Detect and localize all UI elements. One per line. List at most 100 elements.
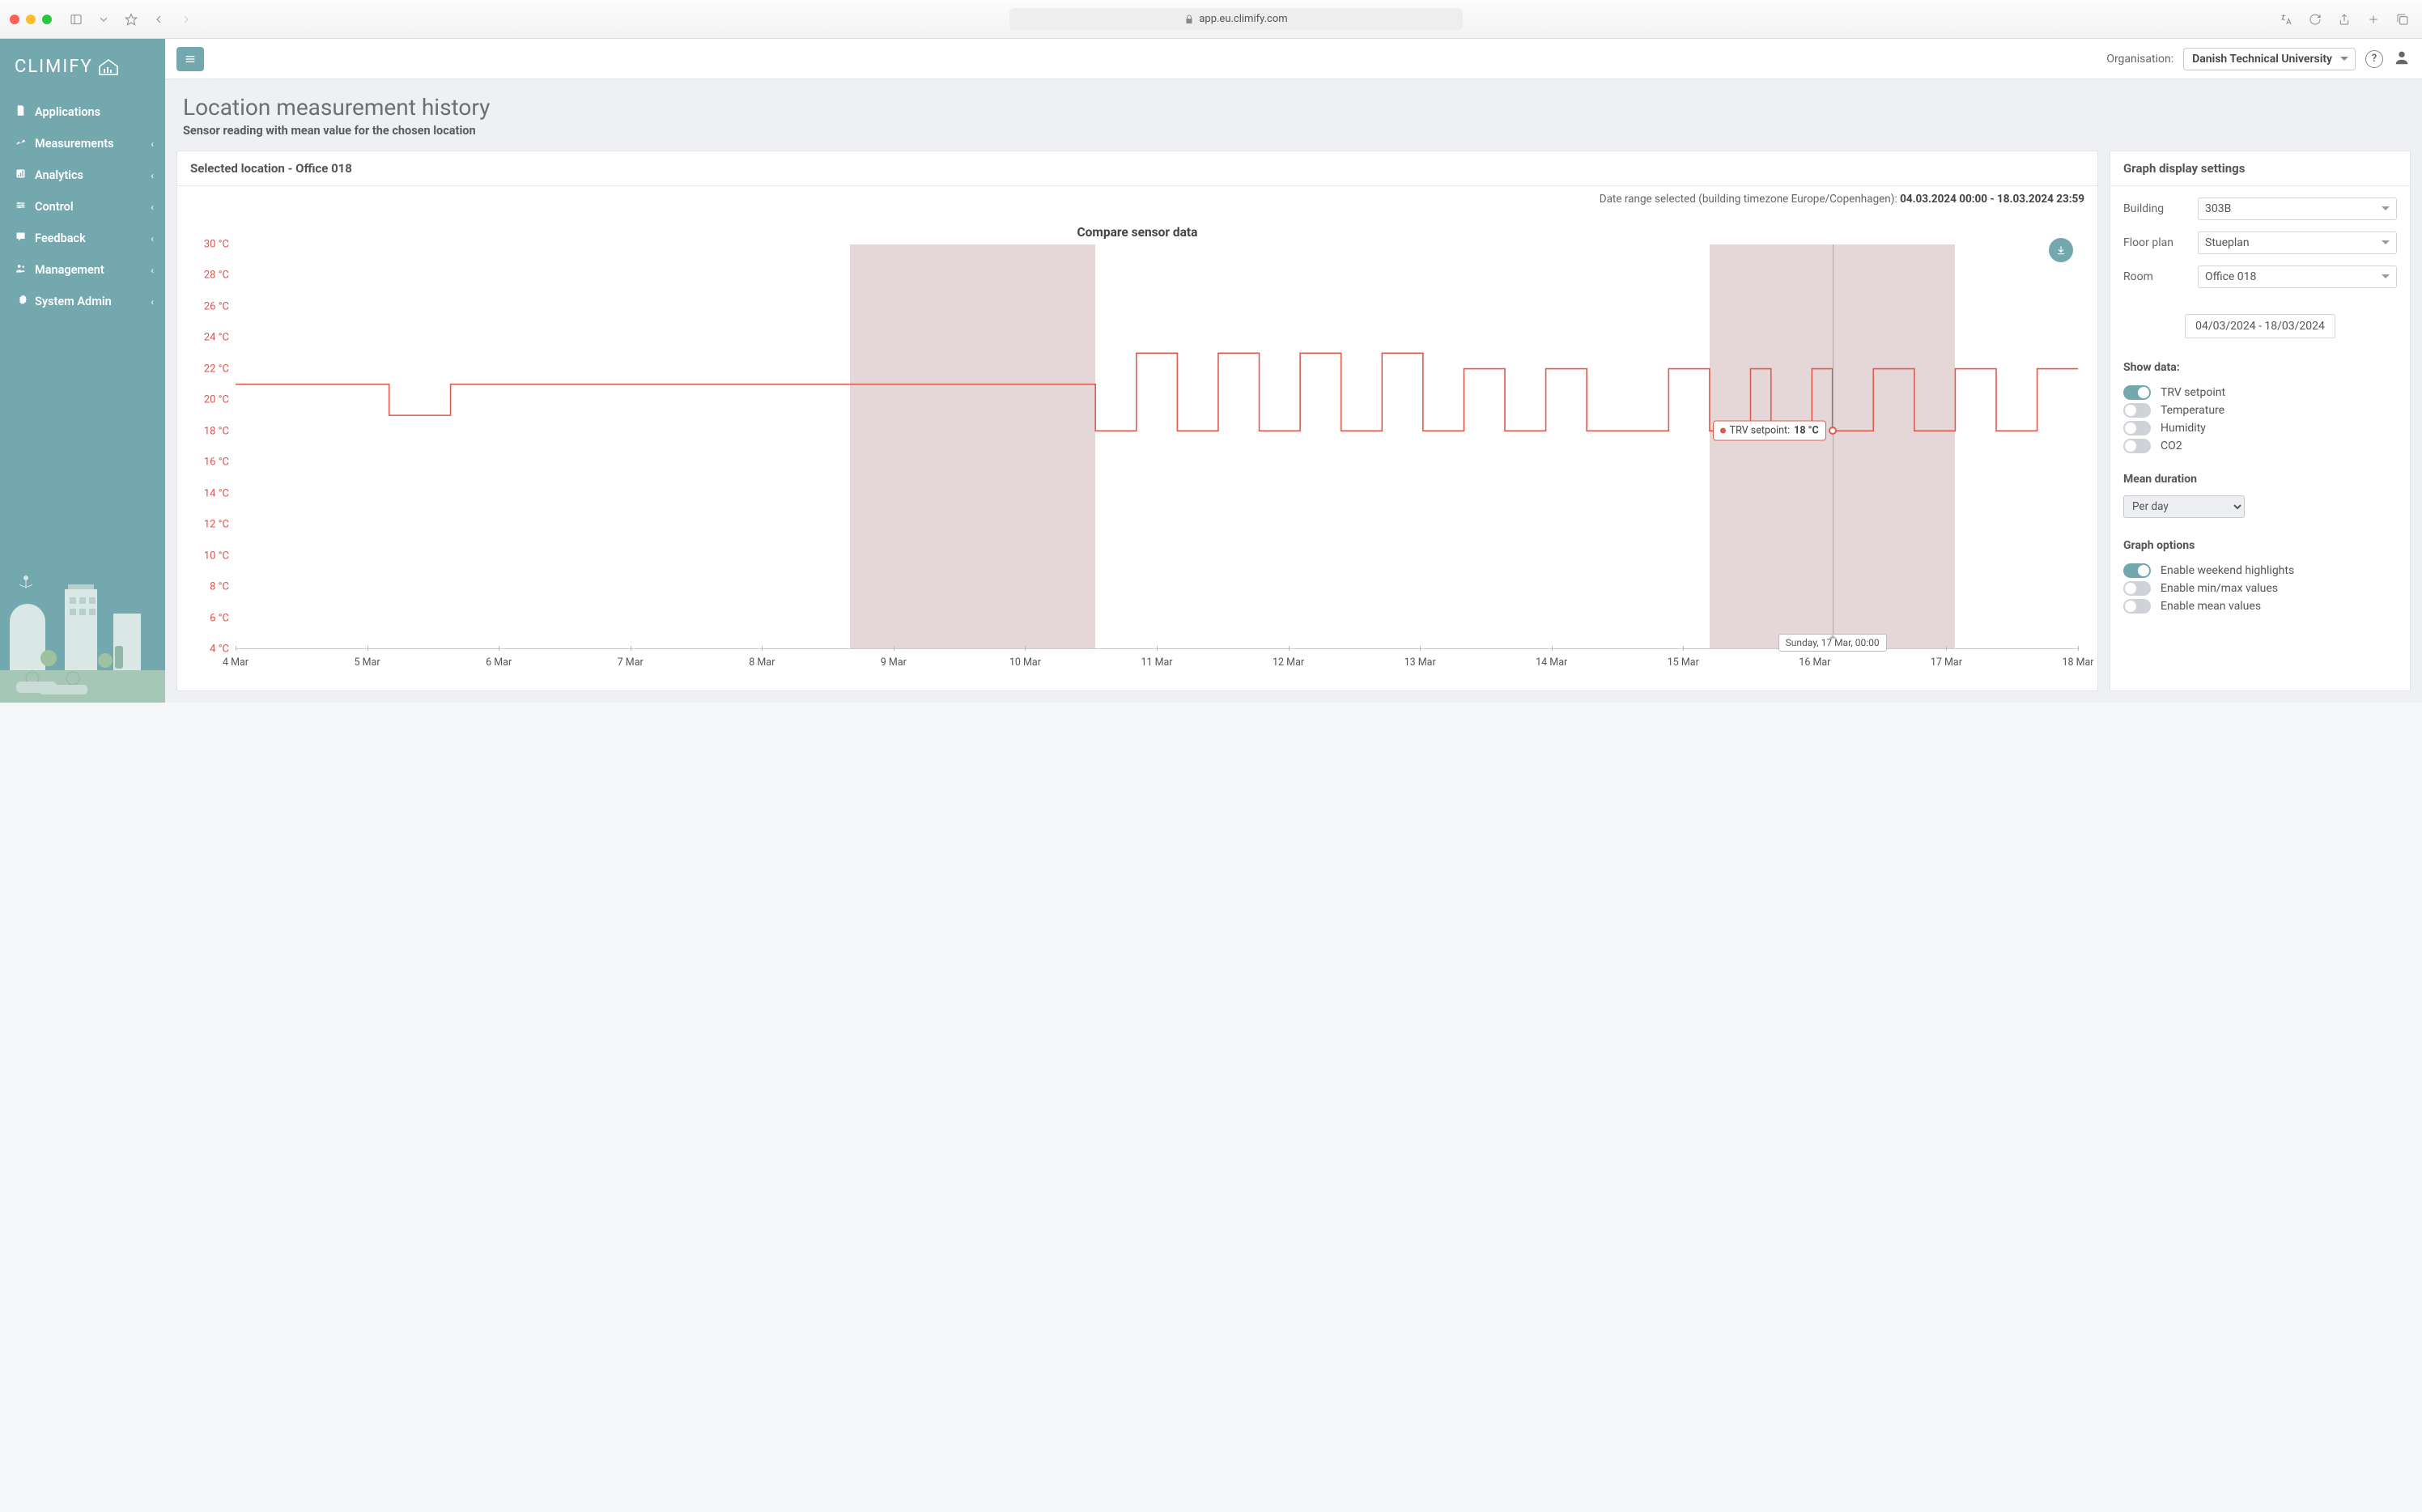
nav-icon — [15, 262, 27, 278]
forward-icon[interactable] — [176, 10, 196, 29]
sidebar: CLIMIFY ApplicationsMeasurements‹Analyti… — [0, 39, 165, 703]
chevron-down-icon[interactable] — [94, 10, 113, 29]
nav-icon — [15, 294, 27, 309]
mean-duration-select[interactable]: Per day — [2123, 495, 2245, 518]
org-label: Organisation: — [2106, 53, 2173, 66]
user-menu-icon[interactable] — [2393, 49, 2411, 70]
show-data-row: Humidity — [2123, 419, 2397, 437]
sidebar-item-analytics[interactable]: Analytics‹ — [0, 159, 165, 191]
sidebar-item-feedback[interactable]: Feedback‹ — [0, 223, 165, 254]
show-data-toggle-1[interactable] — [2123, 403, 2151, 418]
room-select-value: Office 018 — [2205, 270, 2256, 283]
y-tick: 18 °C — [204, 425, 229, 437]
window-controls — [10, 15, 52, 24]
y-tick: 20 °C — [204, 394, 229, 406]
chart-area[interactable]: 4 °C6 °C8 °C10 °C12 °C14 °C16 °C18 °C20 … — [192, 244, 2083, 673]
graph-option-toggle-0[interactable] — [2123, 563, 2151, 578]
share-icon[interactable] — [2335, 10, 2354, 29]
building-select-value: 303B — [2205, 202, 2231, 215]
sidebar-item-system-admin[interactable]: System Admin‹ — [0, 286, 165, 317]
help-icon[interactable]: ? — [2365, 50, 2383, 68]
main: Organisation: Danish Technical Universit… — [165, 39, 2422, 703]
date-range-picker[interactable]: 04/03/2024 - 18/03/2024 — [2185, 314, 2335, 338]
show-data-label: Humidity — [2161, 422, 2206, 435]
x-tick: 10 Mar — [1009, 656, 1041, 669]
topbar: Organisation: Danish Technical Universit… — [165, 39, 2422, 79]
room-label: Room — [2123, 270, 2191, 283]
y-tick: 8 °C — [210, 581, 229, 593]
sidebar-item-applications[interactable]: Applications — [0, 96, 165, 128]
settings-panel-header: Graph display settings — [2110, 151, 2410, 186]
show-data-row: Temperature — [2123, 401, 2397, 419]
sidebar-item-label: Management — [35, 263, 104, 277]
sidebar-item-management[interactable]: Management‹ — [0, 254, 165, 286]
sidebar-item-label: Analytics — [35, 168, 83, 182]
x-axis: 4 Mar5 Mar6 Mar7 Mar8 Mar9 Mar10 Mar11 M… — [236, 651, 2078, 673]
floor-label: Floor plan — [2123, 236, 2191, 249]
graph-option-toggle-2[interactable] — [2123, 599, 2151, 614]
chart-title: Compare sensor data — [192, 225, 2083, 240]
sidebar-item-label: Applications — [35, 105, 100, 119]
graph-option-row: Enable min/max values — [2123, 580, 2397, 597]
minimize-window-icon[interactable] — [26, 15, 36, 24]
building-label: Building — [2123, 202, 2191, 215]
x-tick: 11 Mar — [1141, 656, 1172, 669]
reload-icon[interactable] — [2305, 10, 2325, 29]
sidebar-item-label: Measurements — [35, 137, 114, 151]
chevron-left-icon: ‹ — [151, 138, 154, 150]
show-data-toggle-2[interactable] — [2123, 421, 2151, 435]
close-window-icon[interactable] — [10, 15, 19, 24]
page-title: Location measurement history — [183, 94, 2404, 121]
x-tick: 15 Mar — [1668, 656, 1699, 669]
chart-tooltip: TRV setpoint: 18 °C — [1713, 421, 1826, 441]
show-data-toggle-0[interactable] — [2123, 385, 2151, 400]
tooltip-color-icon — [1720, 428, 1726, 434]
back-icon[interactable] — [149, 10, 168, 29]
x-tick: 14 Mar — [1536, 656, 1567, 669]
date-range-value: 04.03.2024 00:00 - 18.03.2024 23:59 — [1900, 193, 2084, 206]
building-select[interactable]: 303B — [2198, 197, 2397, 220]
page-header: Location measurement history Sensor read… — [165, 79, 2422, 151]
chart-panel-header: Selected location - Office 018 — [177, 151, 2097, 186]
menu-icon — [184, 53, 197, 66]
tooltip-point — [1829, 427, 1837, 435]
nav: ApplicationsMeasurements‹Analytics‹Contr… — [0, 96, 165, 317]
translate-icon[interactable] — [2276, 10, 2296, 29]
org-select[interactable]: Danish Technical University — [2183, 48, 2356, 70]
settings-panel: Graph display settings Building 303B Flo… — [2110, 151, 2411, 691]
y-axis: 4 °C6 °C8 °C10 °C12 °C14 °C16 °C18 °C20 … — [192, 244, 232, 649]
nav-icon — [15, 104, 27, 120]
star-icon[interactable] — [121, 10, 141, 29]
y-tick: 22 °C — [204, 363, 229, 375]
floor-select[interactable]: Stueplan — [2198, 231, 2397, 254]
date-range-prefix: Date range selected (building timezone E… — [1600, 193, 1900, 206]
graph-option-label: Enable weekend highlights — [2161, 564, 2294, 577]
x-tick: 17 Mar — [1931, 656, 1962, 669]
sidebar-toggle-icon[interactable] — [66, 10, 86, 29]
new-tab-icon[interactable] — [2364, 10, 2383, 29]
show-data-row: TRV setpoint — [2123, 384, 2397, 401]
show-data-row: CO2 — [2123, 437, 2397, 455]
tabs-icon[interactable] — [2393, 10, 2412, 29]
x-tick: 4 Mar — [223, 656, 249, 669]
x-tick: 7 Mar — [618, 656, 644, 669]
nav-icon — [15, 231, 27, 246]
sidebar-illustration — [0, 541, 165, 703]
floor-select-value: Stueplan — [2205, 236, 2250, 249]
url-bar[interactable]: app.eu.climify.com — [1009, 8, 1463, 31]
x-tick: 13 Mar — [1404, 656, 1436, 669]
sidebar-item-label: System Admin — [35, 295, 112, 308]
org-select-value: Danish Technical University — [2192, 53, 2332, 66]
maximize-window-icon[interactable] — [42, 15, 52, 24]
x-tick: 12 Mar — [1273, 656, 1304, 669]
room-select[interactable]: Office 018 — [2198, 265, 2397, 288]
sidebar-item-control[interactable]: Control‹ — [0, 191, 165, 223]
menu-toggle-button[interactable] — [176, 47, 204, 71]
nav-icon — [15, 136, 27, 151]
chart-panel: Selected location - Office 018 Date rang… — [176, 151, 2098, 691]
chevron-left-icon: ‹ — [151, 233, 154, 244]
show-data-toggle-3[interactable] — [2123, 439, 2151, 453]
sidebar-item-measurements[interactable]: Measurements ‹ — [0, 128, 165, 159]
sidebar-item-label: Control — [35, 200, 74, 214]
graph-option-toggle-1[interactable] — [2123, 581, 2151, 596]
